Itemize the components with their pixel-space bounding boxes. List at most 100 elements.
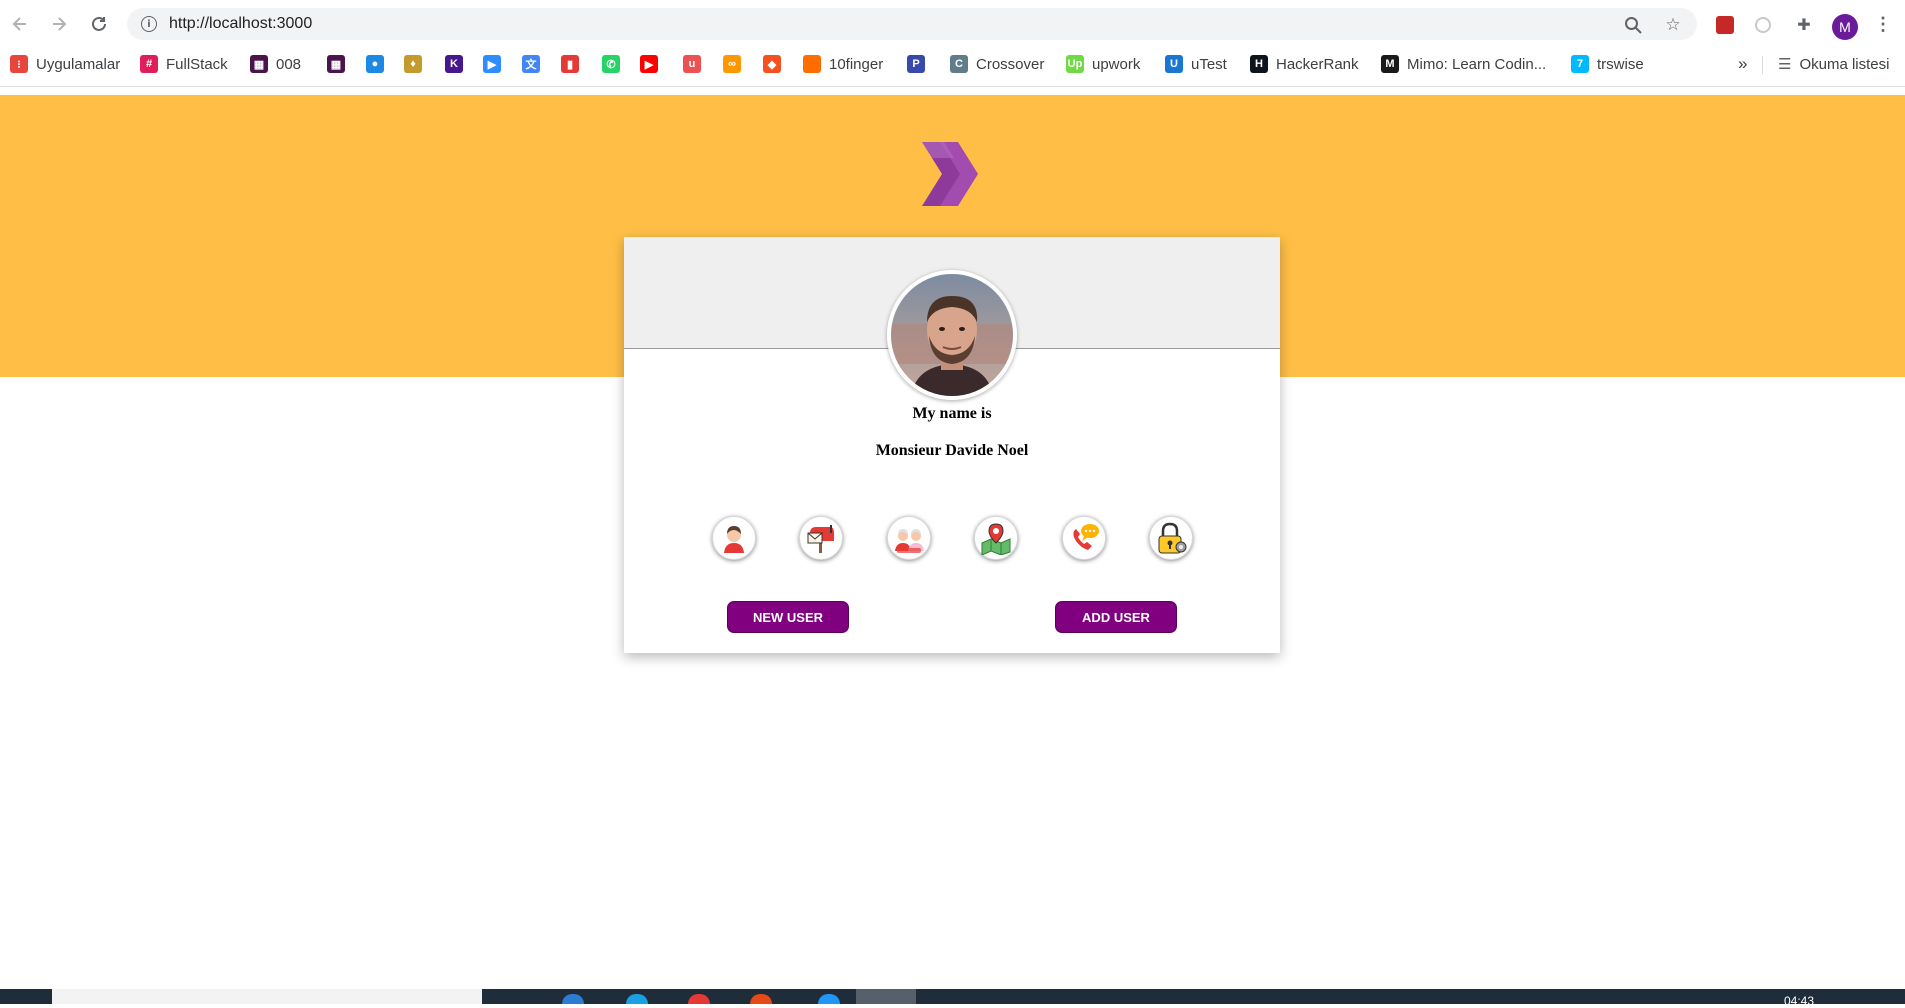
bookmark-item[interactable]: 10finger — [803, 52, 883, 76]
url-text[interactable]: http://localhost:3000 — [169, 15, 312, 33]
bookmark-label: trswise — [1597, 55, 1644, 73]
bookmark-label: HackerRank — [1276, 55, 1359, 73]
bookmark-item[interactable]: H HackerRank — [1250, 52, 1359, 76]
bookmark-item[interactable]: 文 — [522, 52, 540, 76]
bookmark-item[interactable]: P — [907, 52, 925, 76]
taskbar-app-icon[interactable] — [626, 994, 648, 1004]
bookmark-label: FullStack — [166, 55, 228, 73]
bookmark-item[interactable]: ▶ — [640, 52, 658, 76]
reload-button[interactable] — [86, 11, 112, 37]
map-icon-button[interactable] — [974, 516, 1018, 560]
back-button[interactable] — [7, 11, 33, 37]
add-user-button[interactable]: ADD USER — [1055, 601, 1177, 633]
bookmark-item[interactable]: ▦ — [327, 52, 345, 76]
taskbar-app-icon[interactable] — [750, 994, 772, 1004]
bookmark-label: uTest — [1191, 55, 1227, 73]
bookmark-item[interactable]: # FullStack — [140, 52, 228, 76]
bookmark-item[interactable]: ♦ — [404, 52, 422, 76]
bookmark-item[interactable]: K — [445, 52, 463, 76]
taskbar-app-icon[interactable] — [818, 994, 840, 1004]
bookmark-item[interactable]: ▮ — [561, 52, 579, 76]
reading-list-icon: ☰ — [1778, 56, 1792, 73]
bookmark-label: upwork — [1092, 55, 1141, 73]
p-icon: P — [907, 55, 925, 73]
taskbar-search-box[interactable] — [52, 989, 482, 1004]
youtube-icon: ▶ — [640, 55, 658, 73]
extension-circle-icon[interactable] — [1752, 14, 1774, 36]
lock-icon-button[interactable] — [1149, 516, 1193, 560]
bookmark-item[interactable]: ⁝ Uygulamalar — [10, 52, 120, 76]
os-taskbar: 04:43 — [0, 989, 1905, 1008]
bookmark-item[interactable]: ● — [366, 52, 384, 76]
taskbar-app-icon[interactable] — [562, 994, 584, 1004]
user-icon — [724, 526, 744, 553]
bookmark-item[interactable]: u — [683, 52, 701, 76]
reload-icon — [92, 16, 106, 31]
extensions-puzzle-icon[interactable]: ✚ — [1793, 14, 1815, 36]
bookmark-item[interactable]: Up upwork — [1066, 52, 1140, 76]
translate-icon: 文 — [522, 55, 540, 73]
bookmark-item[interactable]: M Mimo: Learn Codin... — [1381, 52, 1546, 76]
u-icon: U — [1165, 55, 1183, 73]
bookmark-item[interactable]: ∞ — [723, 52, 741, 76]
address-bar[interactable]: i http://localhost:3000 ☆ — [127, 8, 1697, 40]
lock-icon — [1158, 522, 1187, 554]
bookmark-star-icon[interactable]: ☆ — [1662, 14, 1684, 36]
forward-button[interactable] — [46, 11, 72, 37]
phone-icon-button[interactable] — [1062, 516, 1106, 560]
profile-card: My name is Monsieur Davide Noel NEW USER… — [624, 237, 1280, 653]
new-user-button[interactable]: NEW USER — [727, 601, 849, 633]
mailbox-icon — [807, 525, 834, 553]
browser-chrome: i http://localhost:3000 ☆ ✚ M ⋮ ⁝ Uygulam… — [0, 0, 1905, 87]
bookmark-label: 10finger — [829, 55, 884, 73]
infinity-icon: ∞ — [723, 55, 741, 73]
mimo-icon: M — [1381, 55, 1399, 73]
menu-kebab-icon[interactable]: ⋮ — [1874, 14, 1892, 35]
upwork-icon: Up — [1066, 55, 1084, 73]
profile-avatar[interactable]: M — [1832, 14, 1858, 40]
circle-icon: ● — [366, 55, 384, 73]
avatar — [887, 270, 1017, 400]
back-arrow-icon — [12, 17, 26, 31]
info-icon-row — [712, 516, 1193, 564]
bookmark-item[interactable]: C Crossover — [950, 52, 1044, 76]
book-icon: ▮ — [561, 55, 579, 73]
grid-icon: ▦ — [250, 55, 268, 73]
apps-grid-icon: ⁝ — [10, 55, 28, 73]
age-icon — [895, 529, 924, 553]
square-icon — [803, 55, 821, 73]
user-icon-button[interactable] — [712, 516, 756, 560]
reading-list-button[interactable]: ☰ Okuma listesi — [1778, 52, 1889, 76]
taskbar-active-app[interactable] — [856, 989, 916, 1004]
bookmark-label: Uygulamalar — [36, 55, 121, 73]
site-info-icon[interactable]: i — [141, 16, 157, 32]
bookmarks-overflow-button[interactable]: » — [1738, 52, 1747, 76]
reading-list-label: Okuma listesi — [1799, 55, 1890, 73]
taskbar-app-icon[interactable] — [688, 994, 710, 1004]
mailbox-icon-button[interactable] — [799, 516, 843, 560]
bookmark-item[interactable]: 7 trswise — [1571, 52, 1644, 76]
bookmark-item[interactable]: ✆ — [602, 52, 620, 76]
map-icon — [981, 523, 1011, 555]
wise-icon: 7 — [1571, 55, 1589, 73]
grid-icon: ▦ — [327, 55, 345, 73]
extension-red-icon[interactable] — [1714, 14, 1736, 36]
zoom-lens-icon[interactable] — [1622, 14, 1644, 36]
udemy-icon: u — [683, 55, 701, 73]
age-icon-button[interactable] — [887, 516, 931, 560]
taskbar-clock: 04:43 — [1784, 994, 1815, 1008]
bookmark-label: Mimo: Learn Codin... — [1407, 55, 1547, 73]
bookmark-label: Crossover — [976, 55, 1045, 73]
slack-icon: # — [140, 55, 158, 73]
kahoot-icon: K — [445, 55, 463, 73]
bookmark-item[interactable]: UuTest — [1165, 52, 1227, 76]
logo-chevron-icon — [922, 142, 978, 206]
address-row: i http://localhost:3000 ☆ ✚ M ⋮ — [0, 5, 1905, 43]
bookmark-item[interactable]: ▦ 008 — [250, 52, 301, 76]
profile-photo — [891, 274, 1013, 396]
diamond-icon: ◆ — [763, 55, 781, 73]
pear-icon: ♦ — [404, 55, 422, 73]
name-value: Monsieur Davide Noel — [875, 442, 1029, 459]
bookmark-item[interactable]: ▶ — [483, 52, 501, 76]
bookmark-item[interactable]: ◆ — [763, 52, 781, 76]
